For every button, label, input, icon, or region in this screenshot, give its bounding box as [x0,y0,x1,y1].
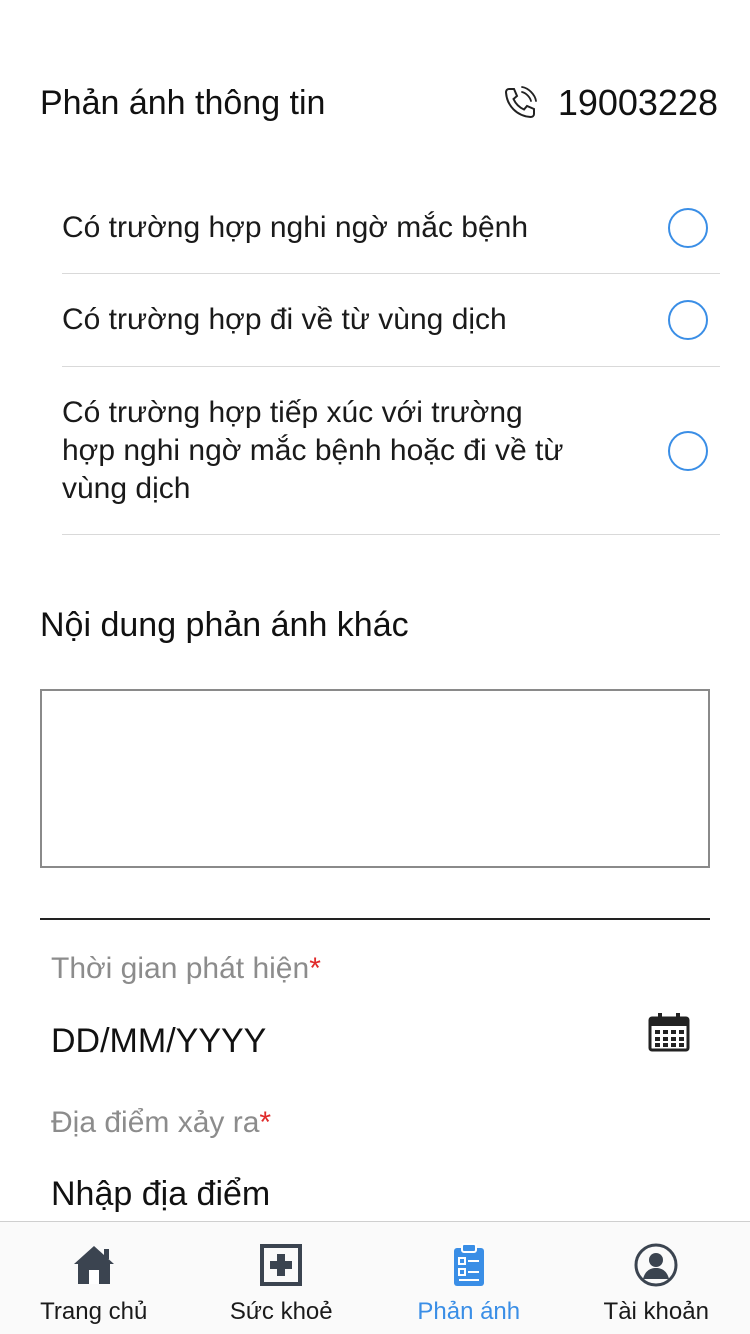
other-content-textarea[interactable] [40,689,710,868]
detection-time-label-text: Thời gian phát hiện [51,952,310,985]
location-input[interactable]: Nhập địa điểm [51,1175,270,1214]
option-returned-from-epidemic-area[interactable]: Có trường hợp đi về từ vùng dịch [62,274,720,367]
home-icon [73,1246,114,1284]
radio-button[interactable] [668,207,708,248]
report-icon [453,1243,484,1286]
detection-time-input[interactable]: DD/MM/YYYY [51,1022,266,1061]
option-label: Có trường hợp đi về từ vùng dịch [62,303,507,336]
page-header: Phản ánh thông tin 19003228 [40,78,718,128]
page-title: Phản ánh thông tin [40,83,326,122]
hotline-link[interactable]: 19003228 [500,82,718,124]
option-label: Có trường hợp nghi ngờ mắc bệnh [62,210,529,244]
tab-health[interactable]: Sức khoẻ [188,1222,376,1334]
radio-button[interactable] [668,300,708,340]
tab-label: Tài khoản [603,1298,709,1325]
tab-report[interactable]: Phản ánh [375,1222,563,1334]
health-icon [260,1244,303,1286]
option-contact-case[interactable]: Có trường hợp tiếp xúc với trường hợp ng… [62,367,720,535]
hotline-number[interactable]: 19003228 [558,82,718,124]
account-icon [634,1243,678,1287]
tab-label: Phản ánh [417,1298,521,1325]
tab-home[interactable]: Trang chủ [0,1222,188,1334]
required-mark: * [259,1106,272,1139]
location-label-text: Địa điểm xảy ra [51,1106,260,1139]
tab-account[interactable]: Tài khoản [563,1222,750,1334]
tab-label: Trang chủ [40,1298,148,1325]
tab-label: Sức khoẻ [229,1298,333,1325]
other-content-title: Nội dung phản ánh khác [40,606,409,644]
location-label: Địa điểm xảy ra* [51,1106,271,1140]
report-options: Có trường hợp nghi ngờ mắc bệnh Có trườn… [62,182,720,535]
calendar-icon[interactable] [648,1012,690,1052]
option-suspected-case[interactable]: Có trường hợp nghi ngờ mắc bệnh [62,182,720,274]
phone-icon [504,86,537,119]
bottom-tab-bar: Trang chủ Sức khoẻ Phản ánh Tài khoản [0,1221,750,1334]
radio-button[interactable] [668,430,708,471]
divider [40,918,710,920]
required-mark: * [309,952,321,985]
detection-time-label: Thời gian phát hiện* [51,952,321,986]
option-label: Có trường hợp tiếp xúc với trường hợp ng… [62,395,564,505]
